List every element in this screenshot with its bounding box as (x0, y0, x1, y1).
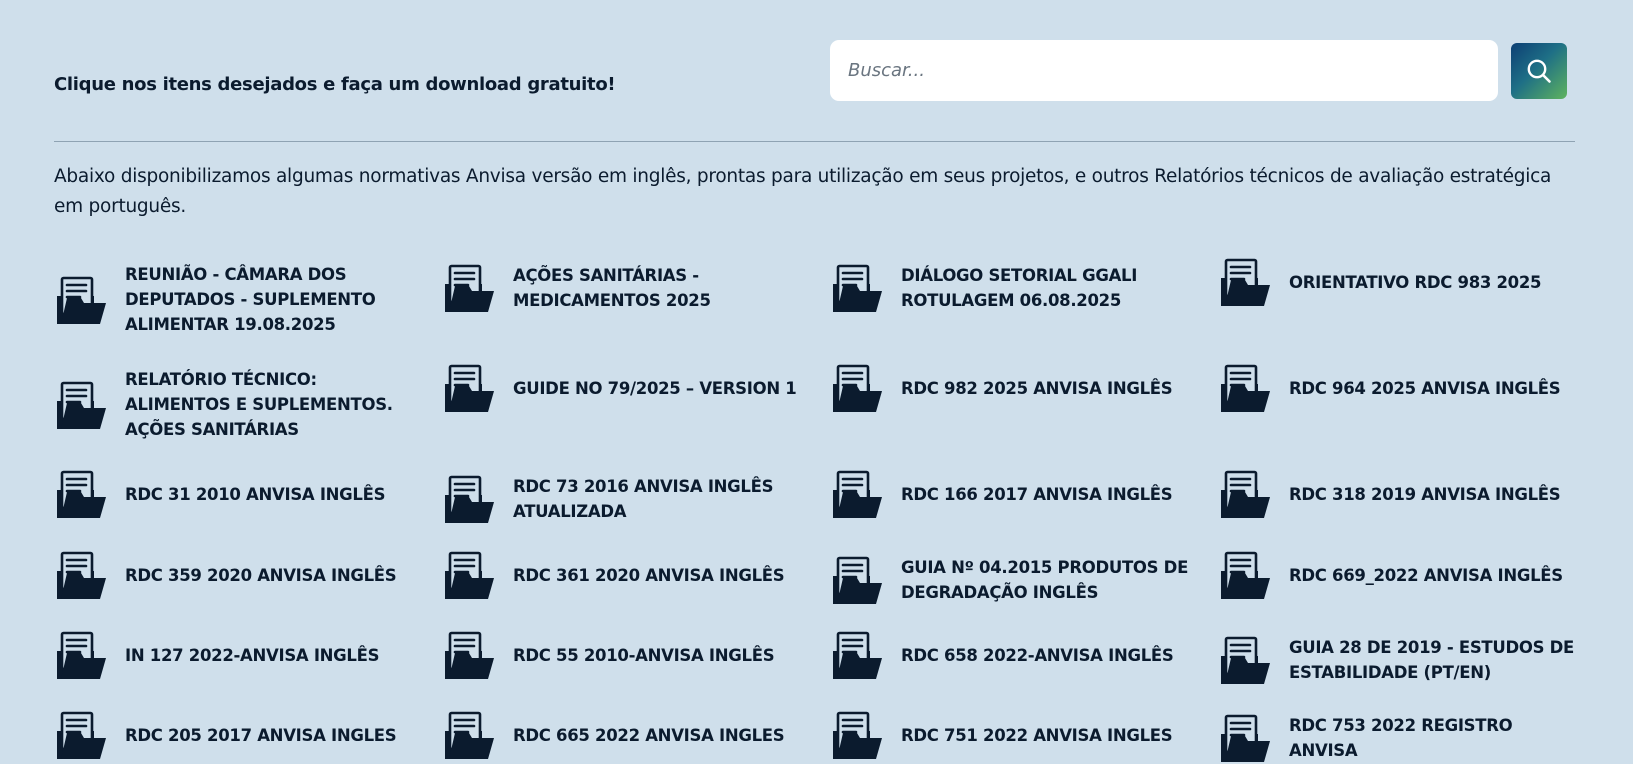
folder-document-icon (1221, 258, 1270, 306)
document-item[interactable]: RDC 166 2017 ANVISA INGLÊS (830, 468, 1190, 520)
document-item[interactable]: RDC 751 2022 ANVISA INGLES (830, 709, 1190, 761)
document-label: RDC 205 2017 ANVISA INGLES (125, 725, 397, 745)
document-item[interactable]: RDC 964 2025 ANVISA INGLÊS (1218, 362, 1578, 414)
folder-document-icon (1221, 551, 1270, 599)
folder-document-icon (1221, 470, 1270, 518)
document-label: RDC 964 2025 ANVISA INGLÊS (1289, 378, 1561, 398)
folder-document-icon (1221, 714, 1270, 762)
folder-document-icon (833, 556, 882, 604)
folder-document-icon (445, 711, 494, 759)
folder-document-icon (833, 631, 882, 679)
intro-paragraph: Abaixo disponibilizamos algumas normativ… (54, 166, 1552, 217)
document-item[interactable]: IN 127 2022-ANVISA INGLÊS (54, 629, 414, 681)
document-label: RDC 751 2022 ANVISA INGLES (901, 725, 1173, 745)
document-label: RDC 31 2010 ANVISA INGLÊS (125, 484, 386, 504)
folder-document-icon (57, 470, 106, 518)
document-label: DIÁLOGO SETORIAL GGALI ROTULAGEM 06.08.2… (901, 266, 1138, 310)
document-label: RDC 361 2020 ANVISA INGLÊS (513, 565, 785, 585)
document-item[interactable]: RDC 359 2020 ANVISA INGLÊS (54, 549, 414, 601)
folder-document-icon (445, 551, 494, 599)
document-item[interactable]: RELATÓRIO TÉCNICO: ALIMENTOS E SUPLEMENT… (54, 367, 414, 442)
document-item[interactable]: RDC 205 2017 ANVISA INGLES (54, 709, 414, 761)
document-item[interactable]: AÇÕES SANITÁRIAS - MEDICAMENTOS 2025 (442, 262, 802, 314)
document-item[interactable]: RDC 361 2020 ANVISA INGLÊS (442, 549, 802, 601)
document-item[interactable]: RDC 658 2022-ANVISA INGLÊS (830, 629, 1190, 681)
document-item[interactable]: GUIDE NO 79/2025 – VERSION 1 (442, 362, 802, 414)
document-label: RDC 665 2022 ANVISA INGLES (513, 725, 785, 745)
folder-document-icon (445, 264, 494, 312)
folder-document-icon (833, 470, 882, 518)
document-item[interactable]: RDC 753 2022 REGISTRO ANVISA (1218, 712, 1578, 764)
document-item[interactable]: RDC 982 2025 ANVISA INGLÊS (830, 362, 1190, 414)
document-label: RDC 166 2017 ANVISA INGLÊS (901, 484, 1173, 504)
folder-document-icon (57, 551, 106, 599)
document-item[interactable]: ORIENTATIVO RDC 983 2025 (1218, 256, 1578, 308)
folder-document-icon (833, 364, 882, 412)
search-input[interactable] (830, 40, 1498, 101)
document-item[interactable]: RDC 73 2016 ANVISA INGLÊS ATUALIZADA (442, 473, 802, 525)
search-icon (1527, 59, 1551, 83)
document-label: RDC 55 2010-ANVISA INGLÊS (513, 645, 775, 665)
section-divider (54, 141, 1575, 142)
document-label: RDC 318 2019 ANVISA INGLÊS (1289, 484, 1561, 504)
document-label: RDC 73 2016 ANVISA INGLÊS ATUALIZADA (513, 477, 774, 521)
document-item[interactable]: RDC 669_2022 ANVISA INGLÊS (1218, 549, 1578, 601)
document-item[interactable]: RDC 55 2010-ANVISA INGLÊS (442, 629, 802, 681)
folder-document-icon (445, 631, 494, 679)
folder-document-icon (57, 381, 106, 429)
folder-document-icon (445, 364, 494, 412)
document-item[interactable]: RDC 665 2022 ANVISA INGLES (442, 709, 802, 761)
folder-document-icon (57, 276, 106, 324)
document-label: REUNIÃO - CÂMARA DOS DEPUTADOS - SUPLEME… (125, 265, 376, 334)
document-label: AÇÕES SANITÁRIAS - MEDICAMENTOS 2025 (513, 266, 711, 310)
document-label: GUIA 28 DE 2019 - ESTUDOS DE ESTABILIDAD… (1289, 638, 1574, 682)
document-label: GUIA Nº 04.2015 PRODUTOS DE DEGRADAÇÃO I… (901, 558, 1189, 602)
folder-document-icon (1221, 636, 1270, 684)
document-label: RDC 753 2022 REGISTRO ANVISA (1289, 716, 1513, 760)
folder-document-icon (445, 475, 494, 523)
document-label: RDC 669_2022 ANVISA INGLÊS (1289, 565, 1563, 585)
document-item[interactable]: DIÁLOGO SETORIAL GGALI ROTULAGEM 06.08.2… (830, 262, 1190, 314)
document-label: RDC 658 2022-ANVISA INGLÊS (901, 645, 1174, 665)
document-item[interactable]: RDC 318 2019 ANVISA INGLÊS (1218, 468, 1578, 520)
document-item[interactable]: REUNIÃO - CÂMARA DOS DEPUTADOS - SUPLEME… (54, 262, 414, 337)
document-label: RDC 359 2020 ANVISA INGLÊS (125, 565, 397, 585)
document-item[interactable]: RDC 31 2010 ANVISA INGLÊS (54, 468, 414, 520)
document-label: IN 127 2022-ANVISA INGLÊS (125, 645, 380, 665)
folder-document-icon (833, 264, 882, 312)
document-label: GUIDE NO 79/2025 – VERSION 1 (513, 378, 797, 398)
folder-document-icon (57, 631, 106, 679)
document-label: RELATÓRIO TÉCNICO: ALIMENTOS E SUPLEMENT… (125, 370, 393, 439)
document-item[interactable]: GUIA Nº 04.2015 PRODUTOS DE DEGRADAÇÃO I… (830, 554, 1190, 606)
document-item[interactable]: GUIA 28 DE 2019 - ESTUDOS DE ESTABILIDAD… (1218, 634, 1578, 686)
folder-document-icon (57, 711, 106, 759)
folder-document-icon (833, 711, 882, 759)
folder-document-icon (1221, 364, 1270, 412)
search-button[interactable] (1511, 43, 1567, 99)
page-headline: Clique nos itens desejados e faça um dow… (54, 74, 616, 95)
document-label: ORIENTATIVO RDC 983 2025 (1289, 272, 1542, 292)
document-label: RDC 982 2025 ANVISA INGLÊS (901, 378, 1173, 398)
